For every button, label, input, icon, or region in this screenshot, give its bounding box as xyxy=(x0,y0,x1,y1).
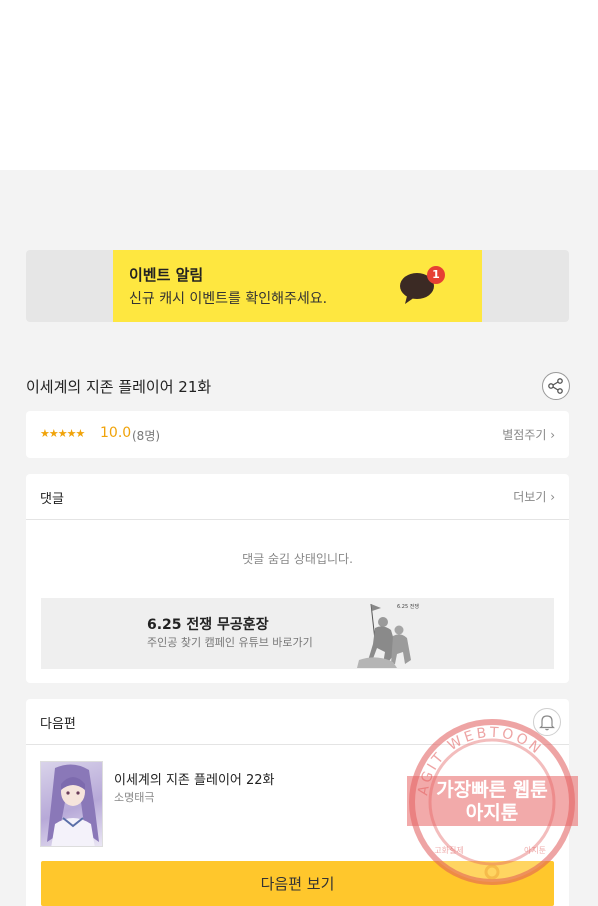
rating-stars: ★★★★★ xyxy=(40,427,85,440)
bell-icon xyxy=(539,715,555,731)
comments-card: 댓글 더보기 › 댓글 숨김 상태입니다. 6.25 전쟁 무공훈장 주인공 찾… xyxy=(26,474,569,683)
notification-badge: 1 xyxy=(427,266,445,284)
next-episode-thumbnail[interactable] xyxy=(40,761,103,847)
next-episode-header: 다음편 xyxy=(26,699,569,745)
event-banner-content[interactable]: 이벤트 알림 신규 캐시 이벤트를 확인해주세요. 1 xyxy=(113,250,482,322)
share-button[interactable] xyxy=(542,372,570,400)
next-episode-card: 다음편 이세계의 지존 플레이어 22화 소명태극 다음편 보기 xyxy=(26,699,569,906)
notify-button[interactable] xyxy=(533,708,561,736)
comments-header: 댓글 더보기 › xyxy=(26,474,569,520)
next-episode-title[interactable]: 이세계의 지존 플레이어 22화 xyxy=(114,769,275,788)
view-next-episode-button[interactable]: 다음편 보기 xyxy=(41,861,554,906)
ad-subtitle: 주인공 찾기 캠페인 유튜브 바로가기 xyxy=(147,636,313,649)
rating-count: (8명) xyxy=(132,429,161,443)
event-banner[interactable]: 이벤트 알림 신규 캐시 이벤트를 확인해주세요. 1 xyxy=(26,250,569,322)
ad-banner[interactable]: 6.25 전쟁 무공훈장 주인공 찾기 캠페인 유튜브 바로가기 6.25 전쟁 xyxy=(41,598,554,669)
next-episode-author: 소명태극 xyxy=(114,791,155,804)
event-title: 이벤트 알림 xyxy=(129,266,204,284)
character-illustration xyxy=(47,764,99,846)
comments-hidden-message: 댓글 숨김 상태입니다. xyxy=(242,552,353,566)
rate-button[interactable]: 별점주기 › xyxy=(502,426,555,443)
comments-label: 댓글 xyxy=(40,492,64,507)
svg-text:6.25 전쟁: 6.25 전쟁 xyxy=(397,603,419,610)
comments-more-button[interactable]: 더보기 › xyxy=(513,488,555,505)
rating-score: 10.0 xyxy=(100,425,132,441)
share-icon xyxy=(548,378,563,394)
next-episode-label: 다음편 xyxy=(40,717,76,732)
rating-card: ★★★★★ 10.0 (8명) 별점주기 › xyxy=(26,411,569,458)
episode-title: 이세계의 지존 플레이어 21화 xyxy=(26,378,212,396)
top-blank-area xyxy=(0,0,598,170)
soldier-statue-image: 6.25 전쟁 xyxy=(357,600,429,668)
event-subtitle: 신규 캐시 이벤트를 확인해주세요. xyxy=(129,291,328,307)
ad-title: 6.25 전쟁 무공훈장 xyxy=(147,617,269,633)
